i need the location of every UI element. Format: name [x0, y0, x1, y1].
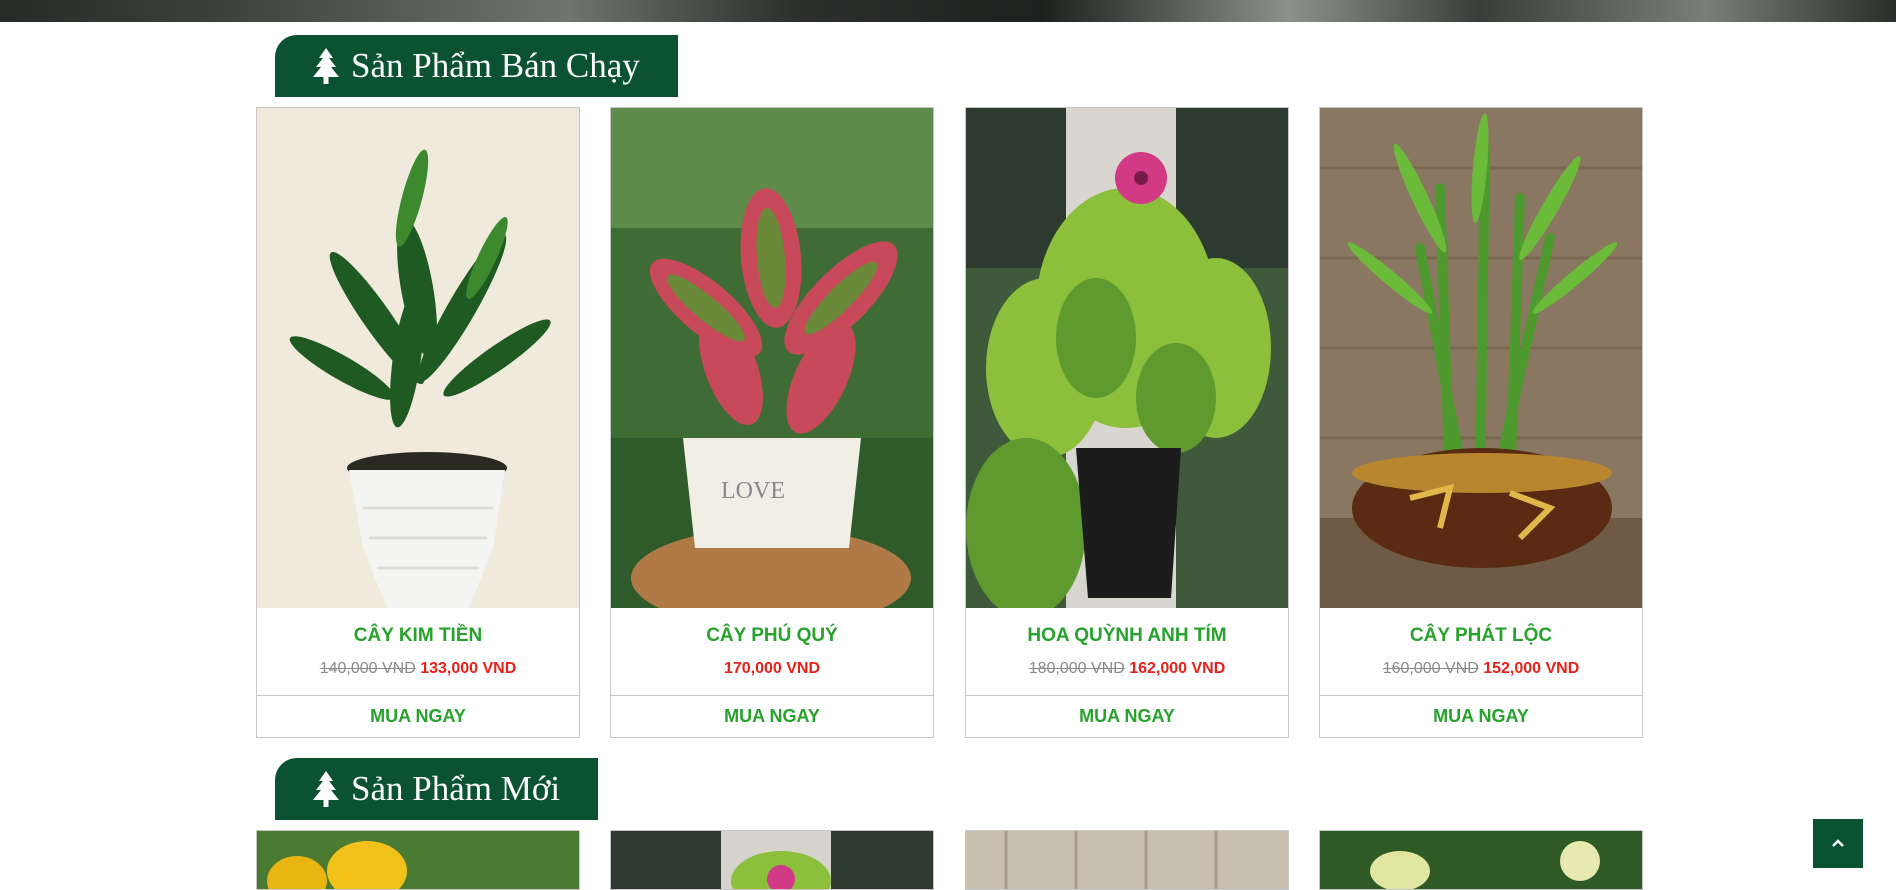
hero-banner-strip [0, 0, 1896, 22]
product-image[interactable]: LOVE [611, 108, 933, 608]
buy-now-button[interactable]: MUA NGAY [611, 695, 933, 737]
sale-price: 170,000 VND [723, 660, 821, 677]
product-image[interactable] [257, 108, 579, 608]
section-title-best-sellers: Sản Phẩm Bán Chạy [275, 35, 678, 97]
section-title-new-products: Sản Phẩm Mới [275, 758, 599, 820]
sale-price: 162,000 VND [1129, 660, 1226, 677]
product-name[interactable]: HOA QUỲNH ANH TÍM [966, 624, 1288, 648]
product-card[interactable]: HOA QUỲNH ANH TÍM 180,000 VND 162,000 VN… [965, 107, 1289, 738]
product-name[interactable]: CÂY PHÁT LỘC [1320, 624, 1642, 648]
buy-now-button[interactable]: MUA NGAY [1320, 695, 1642, 737]
product-card[interactable]: CÂY PHÁT LỘC 160,000 VND 152,000 VND MUA… [1319, 107, 1643, 738]
pine-tree-icon [311, 47, 341, 85]
chevron-up-icon [1831, 835, 1845, 853]
product-prices: 160,000 VND 152,000 VND [1320, 658, 1642, 680]
product-card[interactable]: CÂY KIM TIỀN 140,000 VND 133,000 VND MUA… [256, 107, 580, 738]
product-card-partial[interactable] [256, 830, 580, 890]
product-image[interactable] [966, 108, 1288, 608]
buy-now-button[interactable]: MUA NGAY [966, 695, 1288, 737]
section-title-text: Sản Phẩm Bán Chạy [351, 46, 640, 85]
product-prices: 180,000 VND 162,000 VND [966, 658, 1288, 680]
old-price: 180,000 VND [1028, 660, 1125, 677]
sale-price: 133,000 VND [420, 660, 517, 677]
product-name[interactable]: CÂY PHÚ QUÝ [611, 624, 933, 648]
product-name[interactable]: CÂY KIM TIỀN [257, 624, 579, 648]
product-image[interactable] [1320, 108, 1642, 608]
pine-tree-icon [311, 770, 341, 808]
old-price: 140,000 VND [319, 660, 416, 677]
product-card-partial[interactable] [965, 830, 1289, 890]
sale-price: 152,000 VND [1483, 660, 1580, 677]
product-prices: 140,000 VND 133,000 VND [257, 658, 579, 680]
product-prices: 170,000 VND [611, 658, 933, 680]
product-card-partial[interactable] [610, 830, 934, 890]
back-to-top-button[interactable] [1813, 819, 1863, 868]
product-card[interactable]: LOVE CÂY PHÚ QUÝ 170,000 VND MUA NGAY [610, 107, 934, 738]
product-card-partial[interactable] [1319, 830, 1643, 890]
section-title-text: Sản Phẩm Mới [351, 769, 561, 808]
buy-now-button[interactable]: MUA NGAY [257, 695, 579, 737]
svg-text:LOVE: LOVE [721, 478, 785, 504]
old-price: 160,000 VND [1382, 660, 1479, 677]
